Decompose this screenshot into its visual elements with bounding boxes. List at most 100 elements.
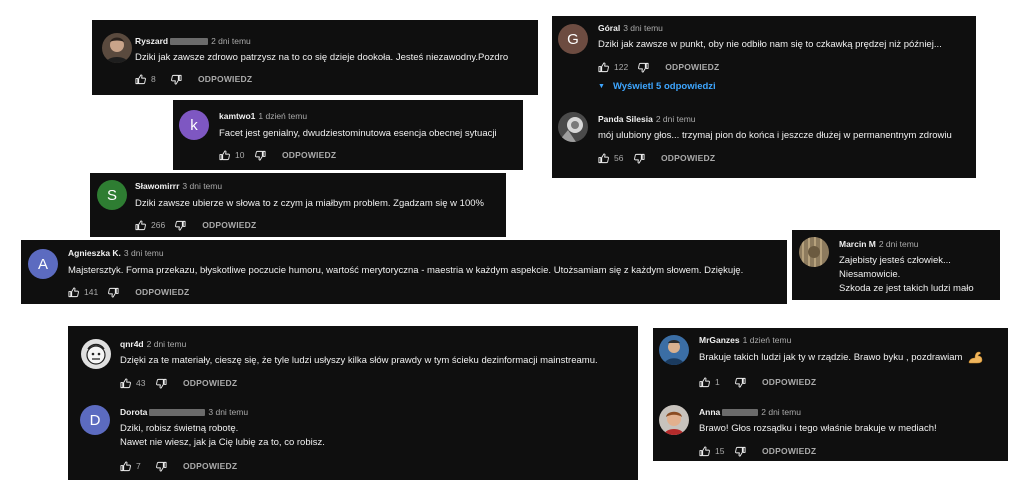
comment-actions: 122 ODPOWIEDZ <box>598 61 719 73</box>
comment-time[interactable]: 1 dzień temu <box>258 111 307 121</box>
like-count: 122 <box>614 62 629 72</box>
avatar[interactable] <box>81 339 111 369</box>
comment-meta: Sławomirrr 3 dni temu <box>135 181 222 192</box>
avatar[interactable]: k <box>179 110 209 140</box>
comment-author[interactable]: Ryszard <box>135 36 168 46</box>
like-count: 56 <box>614 153 624 163</box>
comment-author[interactable]: Panda Silesia <box>598 114 653 124</box>
thumb-up-icon[interactable] <box>699 446 710 457</box>
comment-time[interactable]: 2 dni temu <box>211 36 251 46</box>
like-count: 266 <box>151 220 166 230</box>
comment-time[interactable]: 3 dni temu <box>208 407 248 417</box>
reply-button[interactable]: ODPOWIEDZ <box>665 62 719 72</box>
comment-meta: Agnieszka K. 3 dni temu <box>68 248 164 259</box>
avatar-letter: D <box>89 411 101 429</box>
thumb-up-icon[interactable] <box>598 153 609 164</box>
thumb-down-icon[interactable] <box>735 446 746 457</box>
thumb-up-icon[interactable] <box>598 62 609 73</box>
comment-author[interactable]: qnr4d <box>120 339 144 349</box>
comment-text: Brawo! Głos rozsądku i tego właśnie brak… <box>699 423 937 434</box>
flexed-biceps-icon <box>968 351 983 364</box>
avatar[interactable] <box>659 335 689 365</box>
comment-actions: 43 ODPOWIEDZ <box>120 377 237 389</box>
avatar-letter: S <box>106 186 117 204</box>
reply-button[interactable]: ODPOWIEDZ <box>762 446 816 456</box>
comment-author[interactable]: kamtwo1 <box>219 111 255 121</box>
thumb-down-icon[interactable] <box>638 62 649 73</box>
comment-text-line: Szkoda ze jest takich ludzi mało <box>839 283 974 294</box>
comment-author[interactable]: Sławomirrr <box>135 181 179 191</box>
thumb-up-icon[interactable] <box>120 461 131 472</box>
thumb-up-icon[interactable] <box>135 220 146 231</box>
thumb-down-icon[interactable] <box>735 377 746 388</box>
like-count: 43 <box>136 378 146 388</box>
thumb-down-icon[interactable] <box>108 287 119 298</box>
avatar[interactable] <box>558 112 588 142</box>
avatar[interactable] <box>102 33 132 63</box>
thumb-up-icon[interactable] <box>219 150 230 161</box>
comment-time[interactable]: 2 dni temu <box>147 339 187 349</box>
comment-time[interactable]: 2 dni temu <box>879 239 919 249</box>
redacted-name-block <box>170 38 209 46</box>
comment-author[interactable]: MrGanzes <box>699 335 740 345</box>
thumb-up-icon[interactable] <box>135 74 146 85</box>
comment-card-qnr4d-thread: qnr4d 2 dni temu Dzięki za te materiały, … <box>68 326 638 480</box>
comment-actions: 8 ODPOWIEDZ <box>135 73 252 85</box>
comment-time[interactable]: 2 dni temu <box>656 114 696 124</box>
thumb-down-icon[interactable] <box>171 74 182 85</box>
comment-card-slawomirrr: S Sławomirrr 3 dni temu Dziki zawsze ubie… <box>90 173 506 237</box>
thumb-up-icon[interactable] <box>68 287 79 298</box>
comment-author[interactable]: Góral <box>598 23 620 33</box>
comment-time[interactable]: 3 dni temu <box>124 248 164 258</box>
reply-button[interactable]: ODPOWIEDZ <box>183 461 237 471</box>
comment-text: Facet jest genialny, dwudziestominutowa … <box>219 128 497 139</box>
avatar[interactable]: S <box>97 180 127 210</box>
avatar-letter: G <box>567 30 579 48</box>
comment-author[interactable]: Dorota <box>120 407 147 417</box>
comment-actions: 10 ODPOWIEDZ <box>219 149 336 161</box>
reply-button[interactable]: ODPOWIEDZ <box>202 220 256 230</box>
comment-text-line: Niesamowicie. <box>839 269 901 280</box>
redacted-name-block <box>722 409 759 417</box>
comment-card-goral-thread: G Góral 3 dni temu Dziki jak zawsze w pun… <box>552 16 976 178</box>
comment-time[interactable]: 2 dni temu <box>761 407 801 417</box>
comment-text-body: Brakuje takich ludzi jak ty w rządzie. B… <box>699 352 963 364</box>
comment-meta: Marcin M2 dni temu <box>839 239 919 250</box>
avatar[interactable] <box>659 405 689 435</box>
comment-actions: 1 ODPOWIEDZ <box>699 376 816 388</box>
avatar[interactable]: D <box>80 405 110 435</box>
comment-time[interactable]: 3 dni temu <box>182 181 222 191</box>
like-count: 8 <box>151 74 156 84</box>
comment-time[interactable]: 3 dni temu <box>623 23 663 33</box>
comment-meta: Anna 2 dni temu <box>699 407 801 418</box>
reply-button[interactable]: ODPOWIEDZ <box>198 74 252 84</box>
avatar[interactable] <box>799 237 829 267</box>
view-replies-label: Wyświetl 5 odpowiedzi <box>612 81 716 92</box>
comment-card-ryszard: Ryszard 2 dni temu Dziki jak zawsze zdrow… <box>92 20 538 95</box>
view-replies-button[interactable]: ▼ Wyświetl 5 odpowiedzi <box>598 81 716 92</box>
comment-card-kamtwo1: k kamtwo1 1 dzień temu Facet jest genialn… <box>173 100 523 170</box>
thumb-down-icon[interactable] <box>156 461 167 472</box>
thumb-down-icon[interactable] <box>255 150 266 161</box>
thumb-up-icon[interactable] <box>120 378 131 389</box>
comment-author[interactable]: Agnieszka K. <box>68 248 121 258</box>
like-count: 1 <box>715 377 720 387</box>
thumb-up-icon[interactable] <box>699 377 710 388</box>
redacted-name-block <box>149 409 206 417</box>
avatar[interactable]: G <box>558 24 588 54</box>
reply-button[interactable]: ODPOWIEDZ <box>282 150 336 160</box>
thumb-down-icon[interactable] <box>156 378 167 389</box>
avatar[interactable]: A <box>28 249 58 279</box>
thumb-down-icon[interactable] <box>634 153 645 164</box>
thumb-down-icon[interactable] <box>175 220 186 231</box>
reply-button[interactable]: ODPOWIEDZ <box>661 153 715 163</box>
comment-text: Brakuje takich ludzi jak ty w rządzie. B… <box>699 351 983 365</box>
comment-meta: qnr4d 2 dni temu <box>120 339 186 350</box>
comment-time[interactable]: 1 dzień temu <box>743 335 792 345</box>
like-count: 15 <box>715 446 725 456</box>
reply-button[interactable]: ODPOWIEDZ <box>183 378 237 388</box>
reply-button[interactable]: ODPOWIEDZ <box>762 377 816 387</box>
reply-button[interactable]: ODPOWIEDZ <box>135 287 189 297</box>
comment-author[interactable]: Anna <box>699 407 720 417</box>
comment-author[interactable]: Marcin M <box>839 239 876 249</box>
